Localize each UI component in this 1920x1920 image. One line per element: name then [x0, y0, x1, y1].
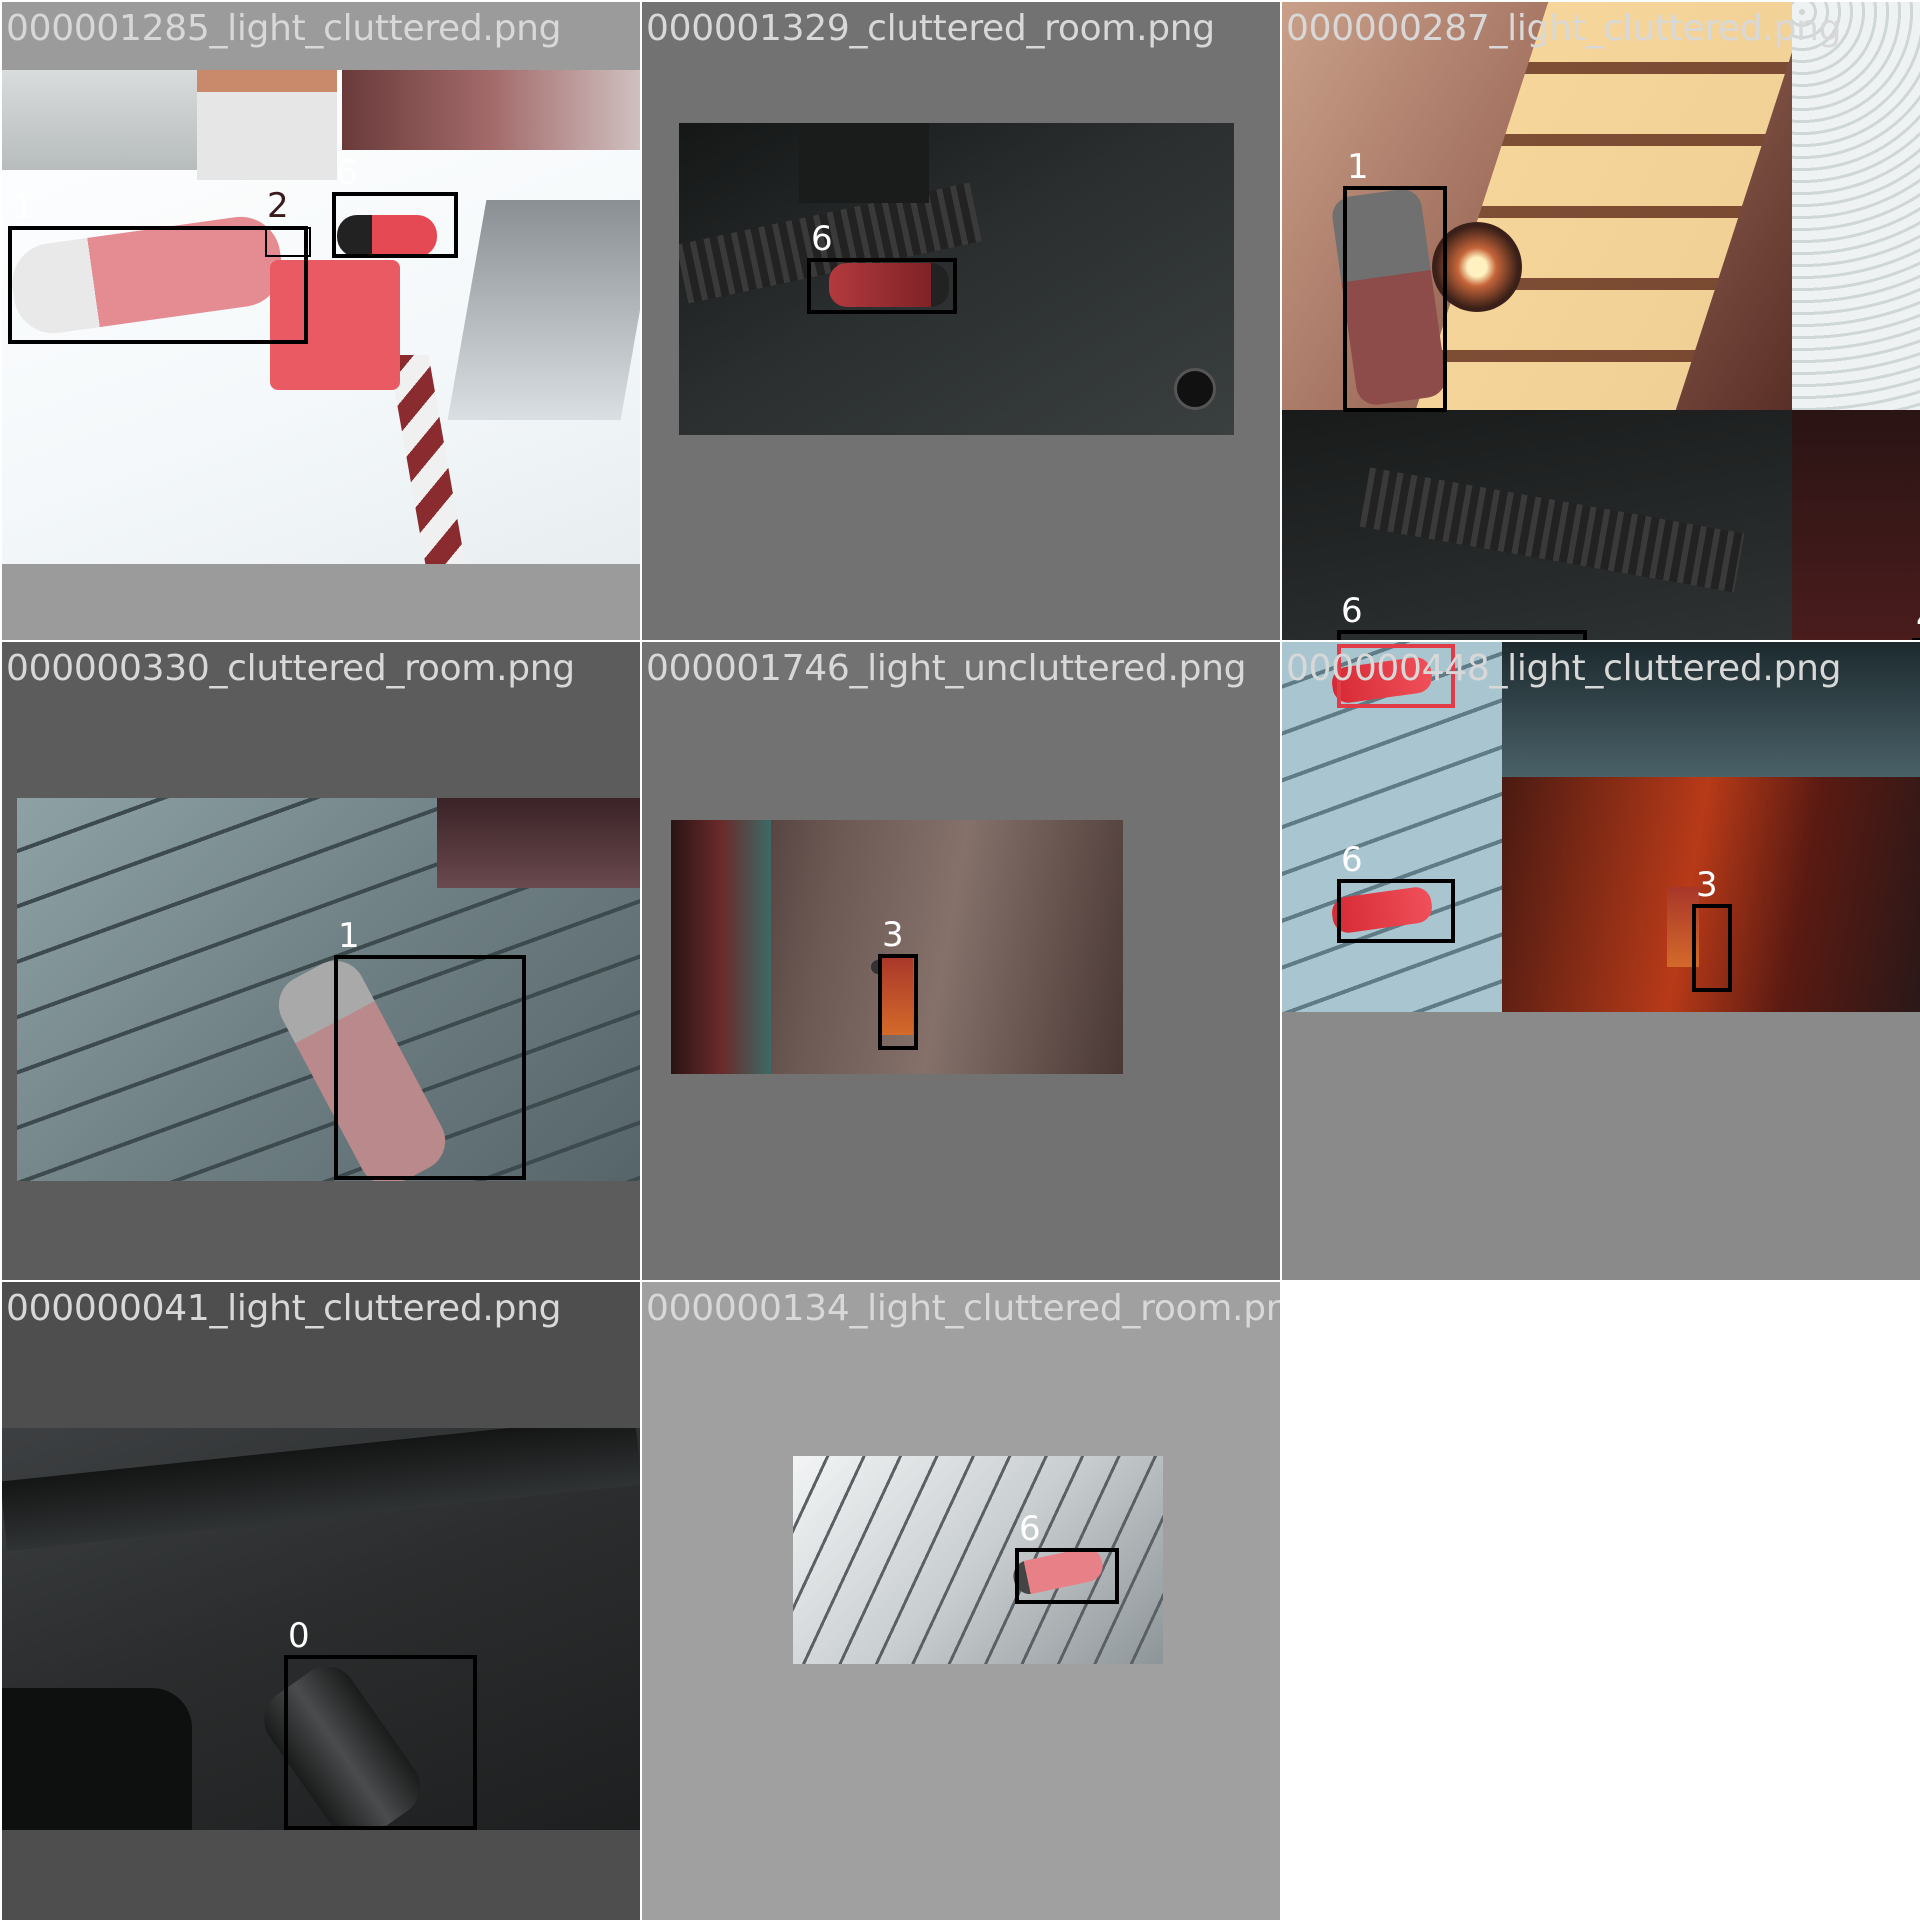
crate-shape [799, 123, 929, 203]
tile-filename: 000001329_cluttered_room.png [646, 8, 1215, 49]
bbox-label: 0 [288, 1616, 310, 1656]
tile-filename: 000000041_light_cluttered.png [6, 1288, 562, 1329]
bbox-6: 6 [1337, 841, 1455, 943]
tile-filename: 000001285_light_cluttered.png [6, 8, 562, 49]
mosaic-tile-8: 6 000000134_light_cluttered_room.png [642, 1282, 1280, 1920]
bbox-6: 6 [807, 220, 957, 314]
mosaic-tile-5: 3 000001746_light_uncluttered.png [642, 642, 1280, 1280]
bbox-3: 3 [878, 916, 918, 1050]
bbox-label: 6 [336, 153, 358, 193]
door-frame [671, 820, 771, 1074]
bbox-label: 3 [1696, 865, 1718, 905]
bbox-1: 1 [334, 917, 526, 1180]
tile-filename: 000000330_cluttered_room.png [6, 648, 575, 689]
bbox-label: 6 [1341, 840, 1363, 880]
light-panel [1415, 2, 1792, 410]
bbox-label: 2 [267, 186, 289, 226]
crate-shape [197, 70, 337, 180]
mosaic-tile-2: 6 000001329_cluttered_room.png [642, 2, 1280, 640]
mosaic-grid: 1 2 6 000001285_light_cluttered.png 6 00… [0, 0, 1920, 1920]
bbox-6: 6 [1015, 1510, 1119, 1604]
bbox-3: 3 [1692, 866, 1732, 992]
mosaic-tile-3: 1 6 4 000000287_light_cluttered.png [1282, 2, 1920, 640]
wall-shape [437, 798, 640, 888]
shadow-shape [2, 1688, 192, 1830]
mosaic-tile-1: 1 2 6 000001285_light_cluttered.png [2, 2, 640, 640]
bbox-label: 6 [1019, 1509, 1041, 1549]
bbox-label: 1 [12, 187, 34, 227]
mosaic-tile-7: 0 000000041_light_cluttered.png [2, 1282, 640, 1920]
mosaic-tile-4: 1 000000330_cluttered_room.png [2, 642, 640, 1280]
crate-shape [2, 70, 202, 170]
bbox-2: 2 [265, 187, 311, 257]
tile-filename: 000000287_light_cluttered.png [1286, 8, 1842, 49]
tile-photo [17, 798, 640, 1181]
bbox-6: 6 [332, 154, 458, 258]
tile-filename: 000000448_light_cluttered.png [1286, 648, 1842, 689]
railing-shape [342, 70, 640, 150]
bbox-label: 3 [882, 915, 904, 955]
tile-filename: 000001746_light_uncluttered.png [646, 648, 1247, 689]
bbox-1: 1 [1343, 148, 1447, 412]
bbox-label: 1 [338, 916, 360, 956]
grating-shape [1359, 467, 1745, 593]
floor-panel [447, 200, 640, 420]
bbox-0: 0 [284, 1617, 477, 1830]
bbox-label: 4 [1912, 600, 1920, 638]
bbox-label: 6 [1341, 591, 1363, 631]
bbox-6: 6 [1337, 592, 1587, 640]
bbox-1: 1 [8, 188, 308, 344]
empty-slot [1282, 1282, 1920, 1920]
mosaic-tile-6: 6 6 3 000000448_light_cluttered.png [1282, 642, 1920, 1280]
bbox-6: 6 [1382, 904, 1383, 905]
rail-shape [2, 1428, 640, 1552]
floor-port [1174, 368, 1216, 410]
tile-photo [1792, 410, 1920, 640]
bbox-label: 6 [811, 219, 833, 259]
tile-photo [1792, 2, 1920, 410]
tile-filename: 000000134_light_cluttered_room.png [646, 1288, 1280, 1329]
bbox-4: 4 [1912, 600, 1920, 640]
bbox-label: 1 [1347, 147, 1369, 187]
